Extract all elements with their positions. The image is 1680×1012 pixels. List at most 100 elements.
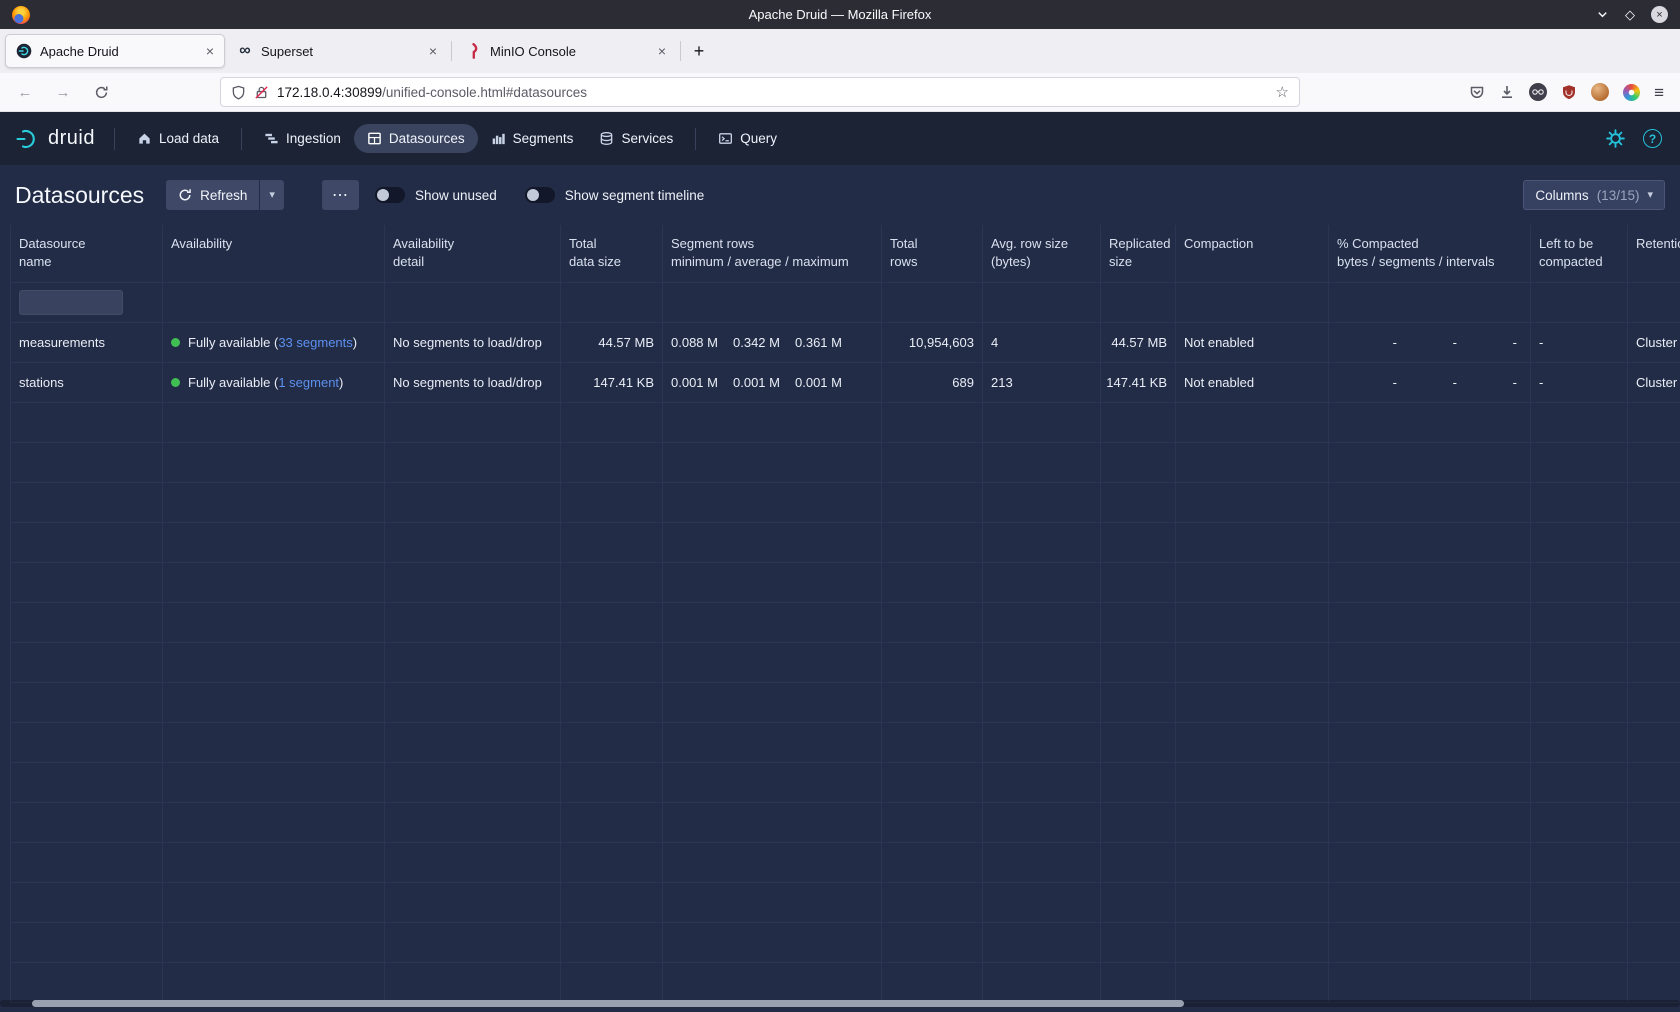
horizontal-scrollbar-thumb[interactable] — [32, 1000, 1184, 1007]
account-avatar-icon[interactable] — [1529, 83, 1547, 101]
available-dot-icon — [171, 338, 180, 347]
table-empty-row — [10, 643, 1680, 683]
bookmark-star-icon[interactable]: ☆ — [1276, 83, 1289, 101]
column-header-total-data-size[interactable]: Total data size — [561, 225, 663, 283]
column-header-availability-detail[interactable]: Availability detail — [385, 225, 561, 283]
console-icon — [718, 131, 733, 146]
refresh-icon — [178, 188, 192, 202]
table-empty-row — [10, 683, 1680, 723]
cell-availability: Fully available (33 segments) — [163, 323, 385, 363]
table-filter-row — [10, 283, 1680, 323]
columns-button[interactable]: Columns(13/15)▾ — [1523, 180, 1665, 210]
cell-total-data-size: 147.41 KB — [561, 363, 663, 403]
table-empty-row — [10, 843, 1680, 883]
table-empty-row — [10, 483, 1680, 523]
tab-bar: Apache Druid × ∞ Superset × MinIO Consol… — [0, 29, 1680, 73]
cell-left-to-be-compacted: - — [1531, 323, 1628, 363]
reload-button[interactable] — [86, 78, 116, 106]
cell-avg-row-size: 4 — [983, 323, 1101, 363]
nav-load-data[interactable]: Load data — [124, 124, 232, 153]
druid-favicon-icon — [16, 43, 32, 59]
nav-query[interactable]: Query — [705, 124, 790, 153]
table-empty-row — [10, 563, 1680, 603]
table-empty-row — [10, 443, 1680, 483]
column-header-replicated-size[interactable]: Replicated size — [1101, 225, 1176, 283]
ublock-shield-icon[interactable] — [1561, 84, 1577, 100]
tab-close-icon[interactable]: × — [429, 43, 437, 59]
refresh-dropdown-button[interactable]: ▾ — [260, 180, 284, 210]
browser-toolbar: ← → 172.18.0.4:30899/unified-console.htm… — [0, 73, 1680, 112]
cell-segment-rows: 0.001 M0.001 M0.001 M — [663, 363, 882, 403]
tab-label: Superset — [261, 44, 313, 59]
gantt-chart-icon — [264, 131, 279, 146]
column-header-availability[interactable]: Availability — [163, 225, 385, 283]
page-title: Datasources — [15, 182, 144, 209]
cell-availability-detail: No segments to load/drop — [385, 323, 561, 363]
window-minimize-icon[interactable] — [1596, 8, 1609, 21]
column-header-compaction[interactable]: Compaction — [1176, 225, 1329, 283]
druid-header: druid Load data Ingestion Datasources Se… — [0, 112, 1680, 165]
back-button[interactable]: ← — [10, 78, 40, 106]
column-header-segment-rows[interactable]: Segment rows minimum / average / maximum — [663, 225, 882, 283]
nav-datasources[interactable]: Datasources — [354, 124, 478, 153]
settings-gear-icon[interactable] — [1606, 129, 1625, 148]
cell-replicated-size: 147.41 KB — [1101, 363, 1176, 403]
insecure-lock-icon[interactable] — [254, 85, 269, 100]
database-icon — [599, 131, 614, 146]
nav-services[interactable]: Services — [586, 124, 686, 153]
show-unused-label: Show unused — [415, 188, 497, 203]
tab-close-icon[interactable]: × — [658, 43, 666, 59]
table-header-row: Datasource name Availability Availabilit… — [10, 225, 1680, 283]
window-close-icon[interactable]: × — [1651, 6, 1668, 23]
profile-avatar-icon[interactable] — [1591, 83, 1609, 101]
header-divider — [695, 128, 696, 150]
column-header-pct-compacted[interactable]: % Compacted bytes / segments / intervals — [1329, 225, 1531, 283]
show-segment-timeline-toggle[interactable] — [525, 187, 555, 203]
tab-minio-console[interactable]: MinIO Console × — [456, 34, 676, 68]
tab-apache-druid[interactable]: Apache Druid × — [5, 34, 225, 68]
nav-ingestion[interactable]: Ingestion — [251, 124, 354, 153]
horizontal-scrollbar — [0, 1000, 1680, 1007]
new-tab-button[interactable]: + — [684, 36, 714, 66]
tab-separator — [680, 41, 681, 61]
forward-button[interactable]: → — [48, 78, 78, 106]
druid-logo[interactable]: druid — [14, 126, 95, 152]
more-actions-button[interactable]: ⋯ — [322, 180, 359, 210]
cell-datasource-name: measurements — [10, 323, 163, 363]
window-maximize-icon[interactable]: ◇ — [1625, 8, 1635, 21]
show-unused-toggle[interactable] — [375, 187, 405, 203]
column-header-retention[interactable]: Retention — [1628, 225, 1680, 283]
menu-icon[interactable]: ≡ — [1654, 84, 1664, 101]
table-empty-row — [10, 963, 1680, 1003]
home-icon — [137, 131, 152, 146]
pocket-icon[interactable] — [1469, 84, 1485, 100]
cell-retention: Cluster default — [1628, 323, 1680, 363]
cell-segment-rows: 0.088 M0.342 M0.361 M — [663, 323, 882, 363]
extension-pinwheel-icon[interactable] — [1623, 84, 1640, 101]
tab-label: MinIO Console — [490, 44, 576, 59]
stacked-chart-icon — [491, 131, 506, 146]
downloads-icon[interactable] — [1499, 84, 1515, 100]
nav-segments[interactable]: Segments — [478, 124, 587, 153]
column-header-datasource-name[interactable]: Datasource name — [10, 225, 163, 283]
shield-icon[interactable] — [231, 85, 246, 100]
tab-close-icon[interactable]: × — [206, 43, 214, 59]
address-bar[interactable]: 172.18.0.4:30899/unified-console.html#da… — [220, 77, 1300, 107]
table-empty-row — [10, 403, 1680, 443]
table-empty-row — [10, 603, 1680, 643]
column-header-avg-row-size[interactable]: Avg. row size (bytes) — [983, 225, 1101, 283]
chevron-down-icon: ▾ — [269, 190, 275, 201]
table-row-stations: stations Fully available (1 segment) No … — [10, 363, 1680, 403]
segments-count-link[interactable]: 33 segments — [278, 335, 352, 350]
refresh-button[interactable]: Refresh — [166, 180, 259, 210]
cell-pct-compacted: --- — [1329, 323, 1531, 363]
segments-count-link[interactable]: 1 segment — [278, 375, 339, 390]
help-icon[interactable]: ? — [1643, 129, 1662, 148]
tab-superset[interactable]: ∞ Superset × — [227, 34, 447, 68]
column-header-total-rows[interactable]: Total rows — [882, 225, 983, 283]
column-header-left-to-be-compacted[interactable]: Left to be compacted — [1531, 225, 1628, 283]
table-empty-row — [10, 923, 1680, 963]
cell-compaction: Not enabled — [1176, 323, 1329, 363]
cell-total-rows: 689 — [882, 363, 983, 403]
datasource-filter-input[interactable] — [19, 290, 123, 315]
